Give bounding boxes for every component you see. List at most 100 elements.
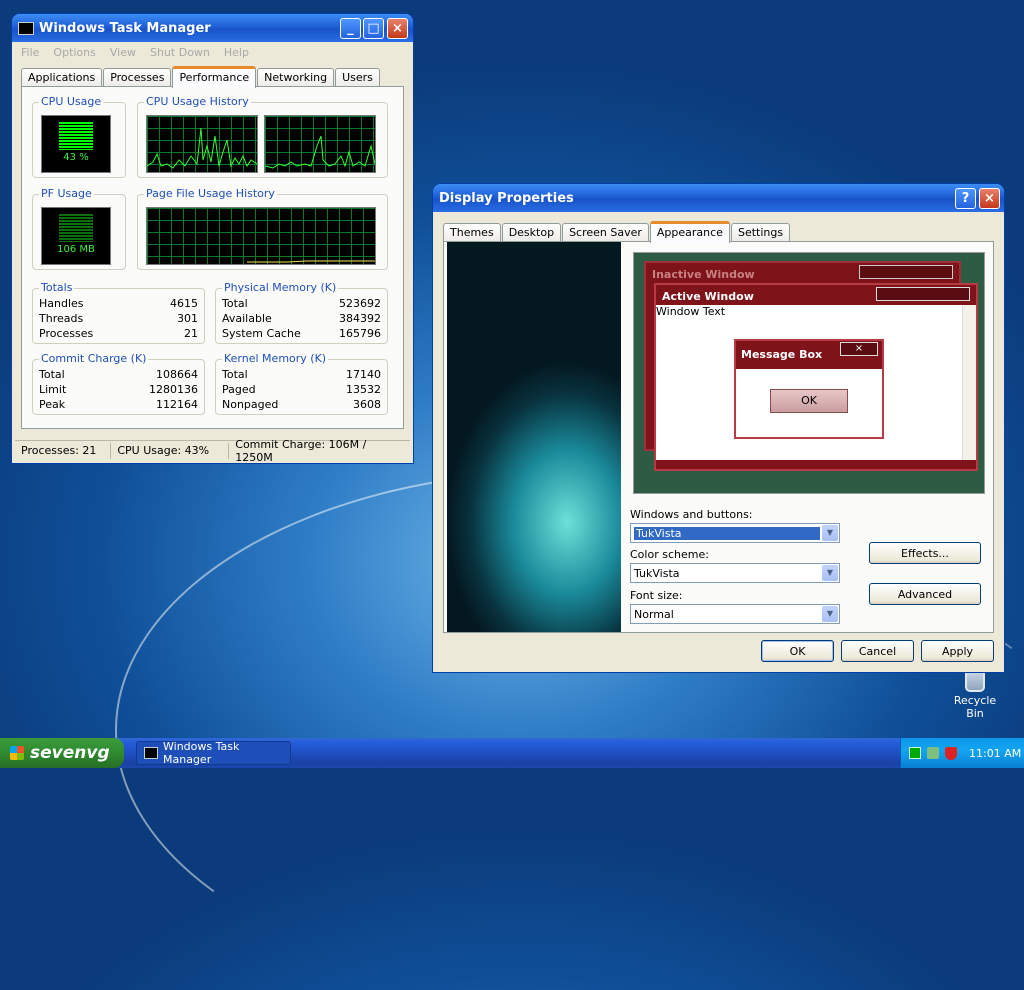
effects-button[interactable]: Effects... — [869, 542, 981, 564]
tab-users[interactable]: Users — [335, 68, 380, 87]
phys-total-label: Total — [222, 297, 248, 310]
preview-wallpaper — [447, 242, 621, 632]
kernel-paged-label: Paged — [222, 383, 256, 396]
phys-cache-value: 165796 — [339, 327, 381, 340]
cpu-usage-meter: 43 % — [41, 115, 111, 173]
menu-view[interactable]: View — [110, 46, 136, 59]
display-properties-window: Display Properties ? × Themes Desktop Sc… — [433, 184, 1004, 672]
commit-total-label: Total — [39, 368, 65, 381]
chevron-down-icon[interactable]: ▼ — [822, 525, 838, 541]
menu-help[interactable]: Help — [224, 46, 249, 59]
threads-label: Threads — [39, 312, 84, 325]
taskbar-item-task-manager[interactable]: Windows Task Manager — [136, 740, 291, 766]
tab-desktop[interactable]: Desktop — [501, 223, 562, 242]
status-processes: Processes: 21 — [15, 442, 112, 459]
kernel-paged-value: 13532 — [346, 383, 381, 396]
system-tray: 11:01 AM — [900, 738, 1024, 768]
cpu-history-line-1 — [146, 127, 258, 169]
processes-label: Processes — [39, 327, 94, 340]
totals-group: Totals Handles 4615 Threads 301 Processes 2… — [32, 281, 205, 344]
clock[interactable]: 11:01 AM — [969, 747, 1021, 760]
kernel-total-label: Total — [222, 368, 248, 381]
pf-history-line — [247, 260, 375, 263]
tab-settings[interactable]: Settings — [730, 223, 791, 242]
preview-message-box: Message Box × OK — [734, 339, 884, 439]
color-scheme-label: Color scheme: — [630, 548, 709, 561]
chevron-down-icon[interactable]: ▼ — [822, 606, 838, 622]
titlebar[interactable]: Display Properties ? × — [433, 184, 1004, 212]
task-manager-icon — [144, 747, 158, 759]
cpu-usage-label: CPU Usage — [39, 95, 104, 108]
font-size-select[interactable]: Normal ▼ — [630, 604, 840, 624]
windows-buttons-select[interactable]: TukVista ▼ — [630, 523, 840, 543]
tab-performance[interactable]: Performance — [172, 66, 257, 88]
ok-button[interactable]: OK — [761, 640, 834, 662]
taskmgr-tray-icon[interactable] — [909, 747, 921, 759]
advanced-button[interactable]: Advanced — [869, 583, 981, 605]
menu-shutdown[interactable]: Shut Down — [150, 46, 210, 59]
start-label: sevenvg — [30, 743, 110, 763]
tab-networking[interactable]: Networking — [257, 68, 335, 87]
phys-total-value: 523692 — [339, 297, 381, 310]
tab-processes[interactable]: Processes — [103, 68, 172, 87]
window-title: Display Properties — [439, 190, 574, 206]
commit-total-value: 108664 — [156, 368, 198, 381]
physical-memory-group: Physical Memory (K) Total 523692 Availabl… — [215, 281, 388, 344]
tab-appearance[interactable]: Appearance — [649, 221, 730, 243]
minimize-button[interactable]: _ — [340, 18, 361, 39]
security-shield-icon[interactable] — [945, 746, 957, 760]
processes-value: 21 — [184, 327, 198, 340]
kernel-memory-group: Kernel Memory (K) Total 17140 Paged 13532 … — [215, 352, 388, 415]
menu-options[interactable]: Options — [53, 46, 95, 59]
cpu-history-graph-2 — [264, 115, 376, 173]
tab-screen-saver[interactable]: Screen Saver — [562, 223, 649, 242]
font-size-label: Font size: — [630, 589, 683, 602]
recycle-bin-icon — [965, 670, 985, 692]
apply-button[interactable]: Apply — [921, 640, 994, 662]
recycle-bin[interactable]: Recycle Bin — [945, 670, 1005, 720]
appearance-preview: Inactive Window Active Window Window Tex… — [633, 252, 985, 494]
commit-limit-value: 1280136 — [149, 383, 198, 396]
commit-charge-group: Commit Charge (K) Total 108664 Limit 12801… — [32, 352, 205, 415]
kernel-total-value: 17140 — [346, 368, 381, 381]
start-button[interactable]: sevenvg — [0, 738, 124, 768]
pf-history-graph — [146, 207, 376, 265]
phys-available-label: Available — [222, 312, 272, 325]
menu-file[interactable]: File — [21, 46, 39, 59]
tab-themes[interactable]: Themes — [443, 223, 501, 242]
close-button[interactable]: × — [387, 18, 408, 39]
kernel-nonpaged-label: Nonpaged — [222, 398, 279, 411]
task-manager-window: Windows Task Manager _ □ × File Options … — [12, 14, 413, 463]
cpu-history-line-2 — [264, 135, 376, 169]
cpu-history-graph-1 — [146, 115, 258, 173]
color-scheme-select[interactable]: TukVista ▼ — [630, 563, 840, 583]
close-button[interactable]: × — [979, 188, 1000, 209]
status-bar: Processes: 21 CPU Usage: 43% Commit Char… — [15, 437, 410, 464]
help-button[interactable]: ? — [955, 188, 976, 209]
titlebar[interactable]: Windows Task Manager _ □ × — [12, 14, 413, 42]
kernel-nonpaged-value: 3608 — [353, 398, 381, 411]
cpu-usage-value: 43 % — [63, 152, 89, 163]
maximize-button[interactable]: □ — [363, 18, 384, 39]
phys-available-value: 384392 — [339, 312, 381, 325]
network-icon[interactable] — [927, 747, 939, 759]
pf-usage-meter: 106 MB — [41, 207, 111, 265]
windows-logo-icon — [10, 746, 24, 760]
menu-bar: File Options View Shut Down Help — [15, 42, 410, 62]
pf-usage-value: 106 MB — [57, 244, 95, 255]
pf-usage-label: PF Usage — [39, 187, 94, 200]
cancel-button[interactable]: Cancel — [841, 640, 914, 662]
handles-label: Handles — [39, 297, 84, 310]
status-commit: Commit Charge: 106M / 1250M — [235, 437, 367, 464]
cpu-history-label: CPU Usage History — [144, 95, 251, 108]
status-cpu: CPU Usage: 43% — [111, 442, 230, 459]
commit-peak-label: Peak — [39, 398, 66, 411]
appearance-panel: Inactive Window Active Window Window Tex… — [443, 241, 994, 633]
pf-history-label: Page File Usage History — [144, 187, 277, 200]
commit-peak-value: 112164 — [156, 398, 198, 411]
phys-cache-label: System Cache — [222, 327, 301, 340]
chevron-down-icon[interactable]: ▼ — [822, 565, 838, 581]
threads-value: 301 — [177, 312, 198, 325]
tab-applications[interactable]: Applications — [21, 68, 103, 87]
handles-value: 4615 — [170, 297, 198, 310]
